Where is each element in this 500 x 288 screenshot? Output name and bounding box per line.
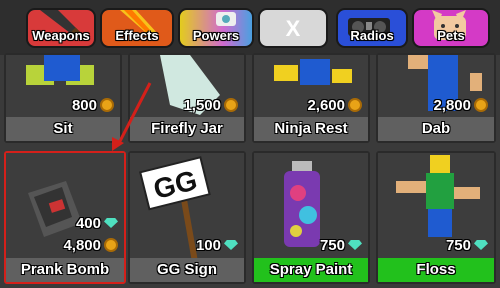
coin-icon [474, 98, 488, 112]
gem-icon [104, 218, 118, 228]
tab-effects[interactable]: Effects [100, 8, 174, 48]
item-card-spray-paint[interactable]: 750 Spray Paint [252, 151, 370, 284]
tab-label: Pets [437, 28, 465, 43]
tab-radios[interactable]: Radios [336, 8, 408, 48]
tab-powers[interactable]: Powers [178, 8, 254, 48]
price-label: 750 [446, 237, 488, 254]
tab-weapons[interactable]: Weapons [26, 8, 96, 48]
category-tab-bar: Weapons Effects Powers X Radios Pets [0, 0, 500, 55]
gem-icon [224, 240, 238, 250]
item-card-dab[interactable]: 2,800 Dab [376, 53, 496, 143]
price-gems-label: 400 [76, 215, 118, 232]
item-name: GG Sign [130, 258, 244, 282]
tab-label: Powers [192, 28, 240, 43]
coin-icon [100, 98, 114, 112]
gem-icon [348, 240, 362, 250]
item-card-prank-bomb[interactable]: 400 4,800 Prank Bomb [4, 151, 126, 284]
item-card-gg-sign[interactable]: GG 100 GG Sign [128, 151, 246, 284]
item-name: Sit [6, 117, 120, 141]
item-name: Dab [378, 117, 494, 141]
price-label: 1,500 [183, 97, 238, 114]
price-label: 2,600 [307, 97, 362, 114]
coin-icon [104, 238, 118, 252]
item-name: Prank Bomb [6, 258, 124, 282]
tab-label: Weapons [32, 28, 90, 43]
close-tab-button[interactable]: X [258, 8, 328, 48]
price-label: 100 [196, 237, 238, 254]
item-name: Firefly Jar [130, 117, 244, 141]
item-card-floss[interactable]: 750 Floss [376, 151, 496, 284]
price-coins-label: 4,800 [63, 237, 118, 254]
tab-label: Effects [115, 28, 159, 43]
item-card-ninja-rest[interactable]: 2,600 Ninja Rest [252, 53, 370, 143]
coin-icon [348, 98, 362, 112]
item-name: Spray Paint [254, 258, 368, 282]
price-label: 750 [320, 237, 362, 254]
item-name: Floss [378, 258, 494, 282]
price-label: 800 [72, 97, 114, 114]
coin-icon [224, 98, 238, 112]
tab-pets[interactable]: Pets [412, 8, 490, 48]
gem-icon [474, 240, 488, 250]
close-icon: X [285, 16, 301, 41]
item-card-firefly-jar[interactable]: 1,500 Firefly Jar [128, 53, 246, 143]
tab-label: Radios [350, 28, 394, 43]
price-label: 2,800 [433, 97, 488, 114]
item-name: Ninja Rest [254, 117, 368, 141]
item-card-sit[interactable]: 800 Sit [4, 53, 122, 143]
item-grid: 800 Sit 1,500 Firefly Jar 2,600 Ninja Re… [0, 53, 500, 288]
